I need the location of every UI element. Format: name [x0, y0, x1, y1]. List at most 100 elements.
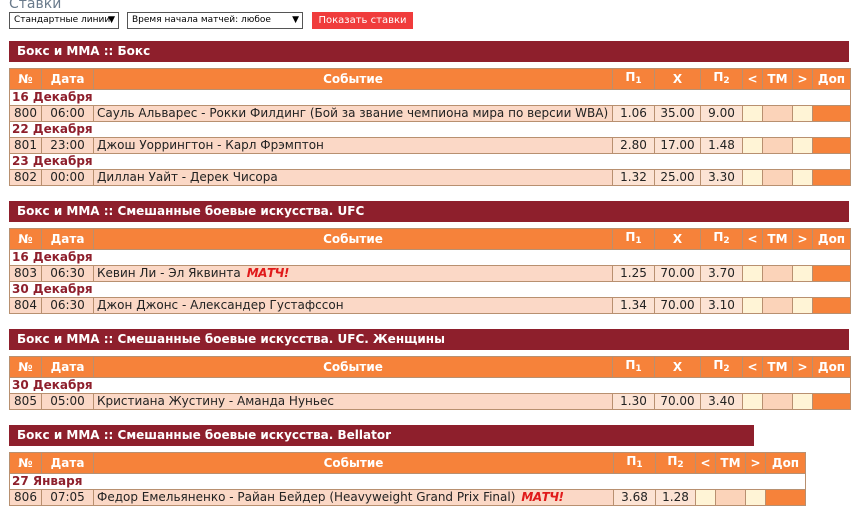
col-x[interactable]: Х — [654, 68, 701, 90]
col-x[interactable]: Х — [654, 228, 701, 250]
event-name[interactable]: Федор Емельяненко - Райан Бейдер (Heavyw… — [93, 489, 614, 506]
event-name[interactable]: Джон Джонс - Александер Густафссон — [93, 297, 613, 314]
odd-p1[interactable]: 2.80 — [612, 137, 655, 154]
total-tm[interactable] — [762, 265, 793, 282]
event-name[interactable]: Кристиана Жустину - Аманда Нуньес — [93, 393, 613, 410]
more-bets[interactable] — [812, 297, 851, 314]
total-less[interactable] — [742, 137, 763, 154]
more-bets[interactable] — [812, 137, 851, 154]
odd-p2[interactable]: 3.40 — [700, 393, 743, 410]
col-more[interactable]: Доп — [812, 68, 851, 90]
col-num[interactable]: № — [9, 68, 42, 90]
event-title[interactable]: Джон Джонс - Александер Густафссон — [97, 299, 344, 313]
odd-x[interactable]: 25.00 — [654, 169, 701, 186]
col-lt[interactable]: < — [742, 228, 763, 250]
total-less[interactable] — [742, 105, 763, 122]
col-gt[interactable]: > — [745, 452, 766, 474]
col-num[interactable]: № — [9, 228, 42, 250]
more-bets[interactable] — [812, 105, 851, 122]
time-select[interactable]: Время начала матчей: любое ▼ — [127, 12, 303, 29]
col-event[interactable]: Событие — [93, 356, 613, 378]
total-more[interactable] — [792, 105, 813, 122]
odd-x[interactable]: 35.00 — [654, 105, 701, 122]
col-p1[interactable]: П1 — [612, 68, 655, 90]
odd-x[interactable]: 70.00 — [654, 297, 701, 314]
col-more[interactable]: Доп — [812, 356, 851, 378]
odd-p1[interactable]: 1.25 — [612, 265, 655, 282]
odd-p1[interactable]: 1.32 — [612, 169, 655, 186]
event-title[interactable]: Кевин Ли - Эл Яквинта — [97, 267, 241, 281]
total-tm[interactable] — [762, 297, 793, 314]
col-p2[interactable]: П2 — [700, 228, 743, 250]
total-more[interactable] — [745, 489, 766, 506]
col-p1[interactable]: П1 — [612, 228, 655, 250]
total-tm[interactable] — [715, 489, 746, 506]
col-more[interactable]: Доп — [812, 228, 851, 250]
odd-p2[interactable]: 1.48 — [700, 137, 743, 154]
col-lt[interactable]: < — [742, 356, 763, 378]
total-tm[interactable] — [762, 169, 793, 186]
col-event[interactable]: Событие — [93, 68, 613, 90]
col-x[interactable]: Х — [654, 356, 701, 378]
total-less[interactable] — [742, 297, 763, 314]
col-p2[interactable]: П2 — [700, 68, 743, 90]
col-date[interactable]: Дата — [41, 452, 94, 474]
col-event[interactable]: Событие — [93, 228, 613, 250]
col-lt[interactable]: < — [695, 452, 716, 474]
total-tm[interactable] — [762, 105, 793, 122]
event-title[interactable]: Федор Емельяненко - Райан Бейдер (Heavyw… — [97, 491, 515, 505]
col-gt[interactable]: > — [792, 68, 813, 90]
odd-p2[interactable]: 3.70 — [700, 265, 743, 282]
total-more[interactable] — [792, 169, 813, 186]
event-title[interactable]: Джош Уоррингтон - Карл Фрэмптон — [97, 139, 324, 153]
col-tm[interactable]: ТМ — [762, 68, 793, 90]
total-more[interactable] — [792, 297, 813, 314]
col-p2[interactable]: П2 — [655, 452, 696, 474]
col-p1[interactable]: П1 — [613, 452, 656, 474]
event-row[interactable]: 800 06:00 Сауль Альварес - Рокки Филдинг (… — [9, 105, 851, 122]
odd-x[interactable]: 17.00 — [654, 137, 701, 154]
event-row[interactable]: 801 23:00 Джош Уоррингтон - Карл Фрэмптон 2… — [9, 137, 851, 154]
event-name[interactable]: Диллан Уайт - Дерек Чисора — [93, 169, 613, 186]
odd-p1[interactable]: 3.68 — [613, 489, 656, 506]
event-row[interactable]: 803 06:30 Кевин Ли - Эл Яквинта МАТЧ! 1.25 70… — [9, 265, 851, 282]
event-name[interactable]: Кевин Ли - Эл Яквинта МАТЧ! — [93, 265, 613, 282]
odd-p2[interactable]: 3.30 — [700, 169, 743, 186]
more-bets[interactable] — [765, 489, 806, 506]
col-gt[interactable]: > — [792, 228, 813, 250]
total-more[interactable] — [792, 265, 813, 282]
col-lt[interactable]: < — [742, 68, 763, 90]
odd-x[interactable]: 70.00 — [654, 265, 701, 282]
col-tm[interactable]: ТМ — [762, 356, 793, 378]
total-less[interactable] — [742, 265, 763, 282]
col-date[interactable]: Дата — [41, 228, 94, 250]
col-p2[interactable]: П2 — [700, 356, 743, 378]
total-tm[interactable] — [762, 137, 793, 154]
event-row[interactable]: 806 07:05 Федор Емельяненко - Райан Бейдер… — [9, 489, 806, 506]
event-row[interactable]: 805 05:00 Кристиана Жустину - Аманда Нунье… — [9, 393, 851, 410]
more-bets[interactable] — [812, 169, 851, 186]
odd-p2[interactable]: 3.10 — [700, 297, 743, 314]
col-tm[interactable]: ТМ — [715, 452, 746, 474]
total-less[interactable] — [742, 393, 763, 410]
odd-p2[interactable]: 9.00 — [700, 105, 743, 122]
odd-x[interactable]: 70.00 — [654, 393, 701, 410]
odd-p2[interactable]: 1.28 — [655, 489, 696, 506]
col-date[interactable]: Дата — [41, 68, 94, 90]
col-more[interactable]: Доп — [765, 452, 806, 474]
col-gt[interactable]: > — [792, 356, 813, 378]
col-num[interactable]: № — [9, 356, 42, 378]
event-name[interactable]: Джош Уоррингтон - Карл Фрэмптон — [93, 137, 613, 154]
event-row[interactable]: 804 06:30 Джон Джонс - Александер Густафсс… — [9, 297, 851, 314]
more-bets[interactable] — [812, 393, 851, 410]
col-p1[interactable]: П1 — [612, 356, 655, 378]
total-more[interactable] — [792, 393, 813, 410]
lines-select[interactable]: Стандартные линии ▼ — [9, 12, 119, 29]
col-date[interactable]: Дата — [41, 356, 94, 378]
event-name[interactable]: Сауль Альварес - Рокки Филдинг (Бой за з… — [93, 105, 613, 122]
odd-p1[interactable]: 1.30 — [612, 393, 655, 410]
col-tm[interactable]: ТМ — [762, 228, 793, 250]
odd-p1[interactable]: 1.34 — [612, 297, 655, 314]
event-row[interactable]: 802 00:00 Диллан Уайт - Дерек Чисора 1.32 25… — [9, 169, 851, 186]
total-more[interactable] — [792, 137, 813, 154]
